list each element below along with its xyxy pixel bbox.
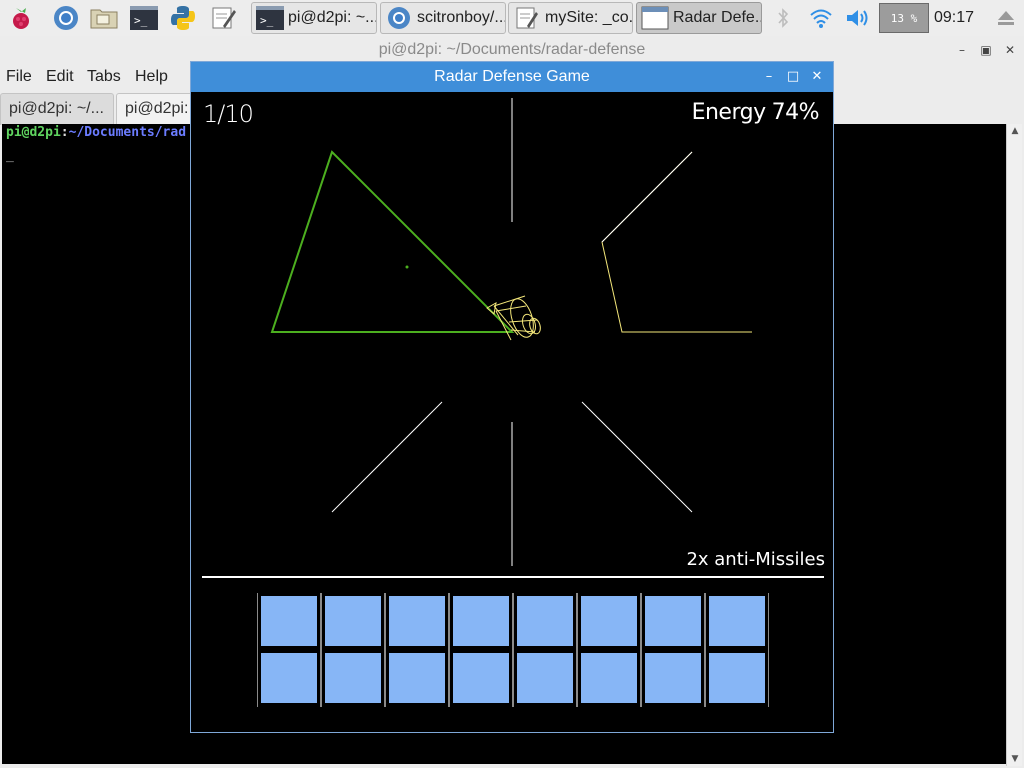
city-cell[interactable] <box>513 650 577 707</box>
text-editor-icon <box>513 5 541 31</box>
city-cell[interactable] <box>385 650 449 707</box>
close-icon[interactable]: ✕ <box>807 67 827 87</box>
menu-help[interactable]: Help <box>135 68 168 86</box>
terminal-prompt: pi@d2pi:~/Documents/rad <box>6 125 186 140</box>
raspberry-menu-icon[interactable] <box>6 3 36 33</box>
eject-icon[interactable] <box>994 3 1018 33</box>
anti-missile-count: 2x anti-Missiles <box>686 549 825 570</box>
radar-sweep-active <box>270 150 515 333</box>
browser-icon <box>385 5 413 31</box>
terminal-scrollbar[interactable]: ▲ ▼ <box>1006 124 1022 766</box>
terminal-tab-2[interactable]: pi@d2pi: <box>116 93 196 125</box>
terminal-cursor: _ <box>6 148 14 163</box>
svg-text:>_: >_ <box>134 14 148 27</box>
prompt-path: ~/Documents/rad <box>68 125 187 140</box>
city-cell[interactable] <box>385 593 449 650</box>
radar-sector-east <box>601 151 752 333</box>
city-cell[interactable] <box>577 650 641 707</box>
taskbar: >_ >_ pi@d2pi: ~... scitronboy/... mySit… <box>0 0 1024 36</box>
prompt-user: pi@d2pi <box>6 125 61 140</box>
city-grid <box>257 593 769 711</box>
task-label: Radar Defe... <box>673 9 762 26</box>
task-radar-defense[interactable]: Radar Defe... <box>636 2 762 34</box>
radar-defense-window: Radar Defense Game – □ ✕ 1/10 Energy 74%… <box>190 61 834 733</box>
prompt-separator: : <box>60 125 69 140</box>
radar-line-southwest <box>331 401 443 513</box>
maximize-icon[interactable]: □ <box>783 67 803 87</box>
task-label: scitronboy/... <box>417 9 506 26</box>
task-editor[interactable]: mySite: _co... <box>508 2 633 34</box>
close-icon[interactable]: ✕ <box>1000 40 1020 60</box>
wifi-icon[interactable] <box>807 3 835 33</box>
clock[interactable]: 09:17 <box>934 0 974 36</box>
task-label: pi@d2pi: ~... <box>288 9 377 26</box>
python-icon[interactable] <box>168 3 198 33</box>
city-cell[interactable] <box>257 650 321 707</box>
city-cell[interactable] <box>577 593 641 650</box>
task-terminal[interactable]: >_ pi@d2pi: ~... <box>251 2 377 34</box>
hud-divider <box>202 576 824 578</box>
radar-blip <box>405 265 409 269</box>
city-cell[interactable] <box>449 593 513 650</box>
menu-tabs[interactable]: Tabs <box>87 68 121 86</box>
game-titlebar[interactable]: Radar Defense Game – □ ✕ <box>191 62 833 92</box>
city-cell[interactable] <box>257 593 321 650</box>
volume-icon[interactable] <box>843 3 871 33</box>
city-cell[interactable] <box>705 593 769 650</box>
city-cell[interactable] <box>449 650 513 707</box>
city-cell[interactable] <box>513 593 577 650</box>
cpu-usage-monitor[interactable]: 13 % <box>879 3 929 33</box>
minimize-icon[interactable]: – <box>759 67 779 87</box>
menu-file[interactable]: File <box>6 68 32 86</box>
text-editor-icon[interactable] <box>208 3 238 33</box>
maximize-icon[interactable]: ▣ <box>976 40 996 60</box>
menu-edit[interactable]: Edit <box>46 68 74 86</box>
city-cell[interactable] <box>321 593 385 650</box>
task-browser[interactable]: scitronboy/... <box>380 2 506 34</box>
svg-text:>_: >_ <box>260 14 274 27</box>
bluetooth-icon[interactable] <box>773 3 793 33</box>
terminal-tab-1[interactable]: pi@d2pi: ~/... <box>0 93 114 125</box>
file-manager-icon[interactable] <box>89 3 119 33</box>
city-cell[interactable] <box>641 593 705 650</box>
terminal-window-title: pi@d2pi: ~/Documents/radar-defense <box>378 41 646 58</box>
energy-indicator: Energy 74% <box>686 100 820 125</box>
level-indicator: 1/10 <box>203 100 254 128</box>
terminal-icon[interactable]: >_ <box>129 3 159 33</box>
scroll-up-icon[interactable]: ▲ <box>1007 124 1023 138</box>
scroll-down-icon[interactable]: ▼ <box>1007 752 1023 766</box>
city-cell[interactable] <box>641 650 705 707</box>
window-icon <box>641 5 669 31</box>
radar-line-southeast <box>581 401 693 513</box>
terminal-icon: >_ <box>256 5 284 31</box>
browser-icon[interactable] <box>51 3 81 33</box>
radar-field[interactable] <box>191 92 833 576</box>
turret-icon <box>486 295 541 341</box>
task-label: mySite: _co... <box>545 9 633 26</box>
minimize-icon[interactable]: – <box>952 40 972 60</box>
city-cell[interactable] <box>705 650 769 707</box>
energy-label: Energy <box>691 100 767 125</box>
city-cell[interactable] <box>321 650 385 707</box>
radar-line-northeast <box>601 151 693 243</box>
energy-value: 74% <box>771 100 820 125</box>
game-window-title: Radar Defense Game <box>434 68 590 85</box>
